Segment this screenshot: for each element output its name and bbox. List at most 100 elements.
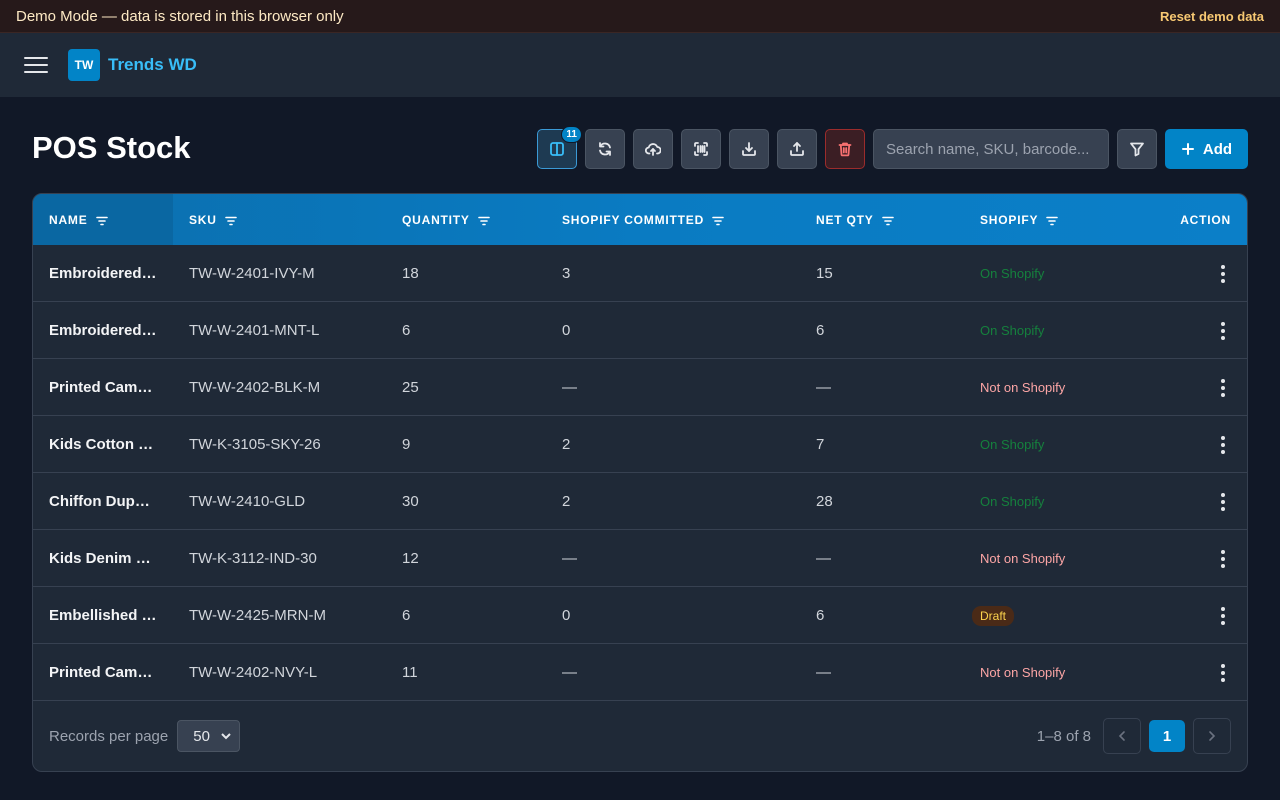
- cell-net-qty: 6: [816, 322, 825, 339]
- barcode-scan-icon: [694, 142, 708, 156]
- cell-net-qty: 15: [816, 265, 833, 282]
- barcode-scan-button[interactable]: [681, 129, 721, 169]
- download-button[interactable]: [729, 129, 769, 169]
- cell-name: Embellished Shirt: [33, 587, 173, 644]
- shopify-status-badge: On Shopify: [980, 437, 1045, 452]
- product-name: Embellished Shirt: [49, 607, 157, 624]
- cell-shopify-committed: 0: [562, 322, 571, 339]
- table-row[interactable]: Embellished Shirt TW-W-2425-MRN-M 6 0 6 Draft: [33, 587, 1247, 644]
- shopify-status-badge: On Shopify: [980, 494, 1045, 509]
- table-row[interactable]: Printed Cambric Suit TW-W-2402-NVY-L 11 — — N…: [33, 644, 1247, 701]
- shopify-status-badge: Draft: [972, 605, 1015, 626]
- more-actions-icon[interactable]: [1211, 319, 1235, 343]
- chevron-down-icon: [221, 733, 231, 740]
- header-quantity-label: QUANTITY: [402, 212, 470, 227]
- cell-name: Embroidered Kurta: [33, 302, 173, 359]
- more-actions-icon[interactable]: [1211, 547, 1235, 571]
- column-header-sku[interactable]: SKU: [173, 194, 386, 245]
- cell-shopify-committed: 2: [562, 436, 571, 453]
- cell-name: Printed Cambric Suit: [33, 359, 173, 416]
- cloud-sync-button[interactable]: [633, 129, 673, 169]
- search-input[interactable]: [873, 129, 1109, 169]
- table-row[interactable]: Embroidered Kurta TW-W-2401-IVY-M 18 3 15 On …: [33, 245, 1247, 302]
- table-row[interactable]: Kids Cotton Kurta TW-K-3105-SKY-26 9 2 7 On S…: [33, 416, 1247, 473]
- header-name-label: NAME: [49, 212, 88, 227]
- sort-filter-icon[interactable]: [224, 215, 237, 225]
- cell-sku: TW-W-2402-NVY-L: [189, 664, 318, 681]
- header-committed-label: SHOPIFY COMMITTED: [562, 212, 705, 227]
- sort-filter-icon[interactable]: [477, 215, 490, 225]
- filter-button[interactable]: [1117, 129, 1157, 169]
- cloud-upload-icon: [645, 143, 661, 156]
- cell-quantity: 9: [402, 436, 411, 453]
- cell-action: [1124, 644, 1247, 701]
- table-row[interactable]: Embroidered Kurta TW-W-2401-MNT-L 6 0 6 On Sh…: [33, 302, 1247, 359]
- cell-sku: TW-W-2425-MRN-M: [189, 607, 326, 624]
- cell-name: Embroidered Kurta: [33, 245, 173, 302]
- add-button[interactable]: Add: [1165, 129, 1248, 169]
- more-actions-icon[interactable]: [1211, 490, 1235, 514]
- cell-net-qty: —: [816, 379, 831, 396]
- refresh-button[interactable]: [585, 129, 625, 169]
- sort-filter-icon[interactable]: [95, 215, 108, 225]
- column-header-shopify[interactable]: SHOPIFY: [964, 194, 1124, 245]
- sort-filter-icon[interactable]: [881, 215, 894, 225]
- records-per-page-value: 50: [193, 727, 210, 745]
- filter-icon: [1130, 142, 1144, 157]
- delete-button[interactable]: [825, 129, 865, 169]
- sort-filter-icon[interactable]: [1046, 215, 1059, 225]
- more-actions-icon[interactable]: [1211, 604, 1235, 628]
- chevron-right-icon: [1209, 731, 1216, 741]
- pagination-range: 1–8 of 8: [1036, 727, 1091, 745]
- more-actions-icon[interactable]: [1211, 376, 1235, 400]
- more-actions-icon[interactable]: [1211, 433, 1235, 457]
- cell-quantity: 12: [402, 550, 419, 567]
- cell-name: Kids Denim Jeans: [33, 530, 173, 587]
- cell-action: [1124, 587, 1247, 644]
- columns-icon: [550, 142, 564, 156]
- cell-sku: TW-W-2402-BLK-M: [189, 379, 321, 396]
- cell-sku: TW-K-3112-IND-30: [189, 550, 317, 567]
- cell-shopify: Not on Shopify: [964, 644, 1124, 701]
- cell-shopify: Not on Shopify: [964, 359, 1124, 416]
- cell-net-qty: 28: [816, 493, 833, 510]
- cell-sku: TW-W-2401-MNT-L: [189, 322, 320, 339]
- table-body: Embroidered Kurta TW-W-2401-IVY-M 18 3 15 On …: [33, 245, 1247, 701]
- cell-quantity: 18: [402, 265, 419, 282]
- more-actions-icon[interactable]: [1211, 661, 1235, 685]
- table-row[interactable]: Chiffon Dupatta TW-W-2410-GLD 30 2 28 On Shop…: [33, 473, 1247, 530]
- brand-name: Trends WD: [108, 55, 197, 74]
- cell-shopify-committed: 2: [562, 493, 571, 510]
- reset-demo-data-button[interactable]: Reset demo data: [1160, 9, 1264, 24]
- table-row[interactable]: Kids Denim Jeans TW-K-3112-IND-30 12 — — Not …: [33, 530, 1247, 587]
- sort-filter-icon[interactable]: [712, 215, 724, 225]
- more-actions-icon[interactable]: [1211, 262, 1235, 286]
- columns-toggle-button[interactable]: 11: [537, 126, 582, 169]
- brand-badge: TW: [68, 49, 100, 81]
- table-row[interactable]: Printed Cambric Suit TW-W-2402-BLK-M 25 — — N…: [33, 359, 1247, 416]
- records-per-page-select[interactable]: 50: [177, 720, 241, 752]
- brand-logo[interactable]: TW Trends WD: [68, 49, 197, 81]
- shopify-status-badge: On Shopify: [980, 266, 1045, 281]
- column-header-shopify-committed[interactable]: SHOPIFY COMMITTED: [546, 194, 800, 245]
- product-name: Embroidered Kurta: [49, 265, 157, 282]
- column-header-quantity[interactable]: QUANTITY: [386, 194, 546, 245]
- cell-shopify: Draft: [964, 587, 1124, 644]
- column-header-net-qty[interactable]: NET QTY: [800, 194, 964, 245]
- plus-icon: [1181, 143, 1194, 155]
- cell-quantity: 25: [402, 379, 419, 396]
- records-per-page-label: Records per page: [49, 727, 169, 745]
- next-page-button[interactable]: [1193, 718, 1231, 754]
- previous-page-button[interactable]: [1103, 718, 1141, 754]
- upload-button[interactable]: [777, 129, 817, 169]
- cell-name: Printed Cambric Suit: [33, 644, 173, 701]
- cell-shopify: On Shopify: [964, 416, 1124, 473]
- refresh-icon: [599, 142, 611, 156]
- column-header-name[interactable]: NAME: [33, 194, 173, 245]
- cell-sku: TW-W-2410-GLD: [189, 493, 306, 510]
- cell-action: [1124, 302, 1247, 359]
- page-1-button[interactable]: 1: [1149, 720, 1185, 752]
- columns-count-badge: 11: [561, 126, 582, 143]
- cell-action: [1124, 245, 1247, 302]
- hamburger-menu-icon[interactable]: [24, 53, 48, 77]
